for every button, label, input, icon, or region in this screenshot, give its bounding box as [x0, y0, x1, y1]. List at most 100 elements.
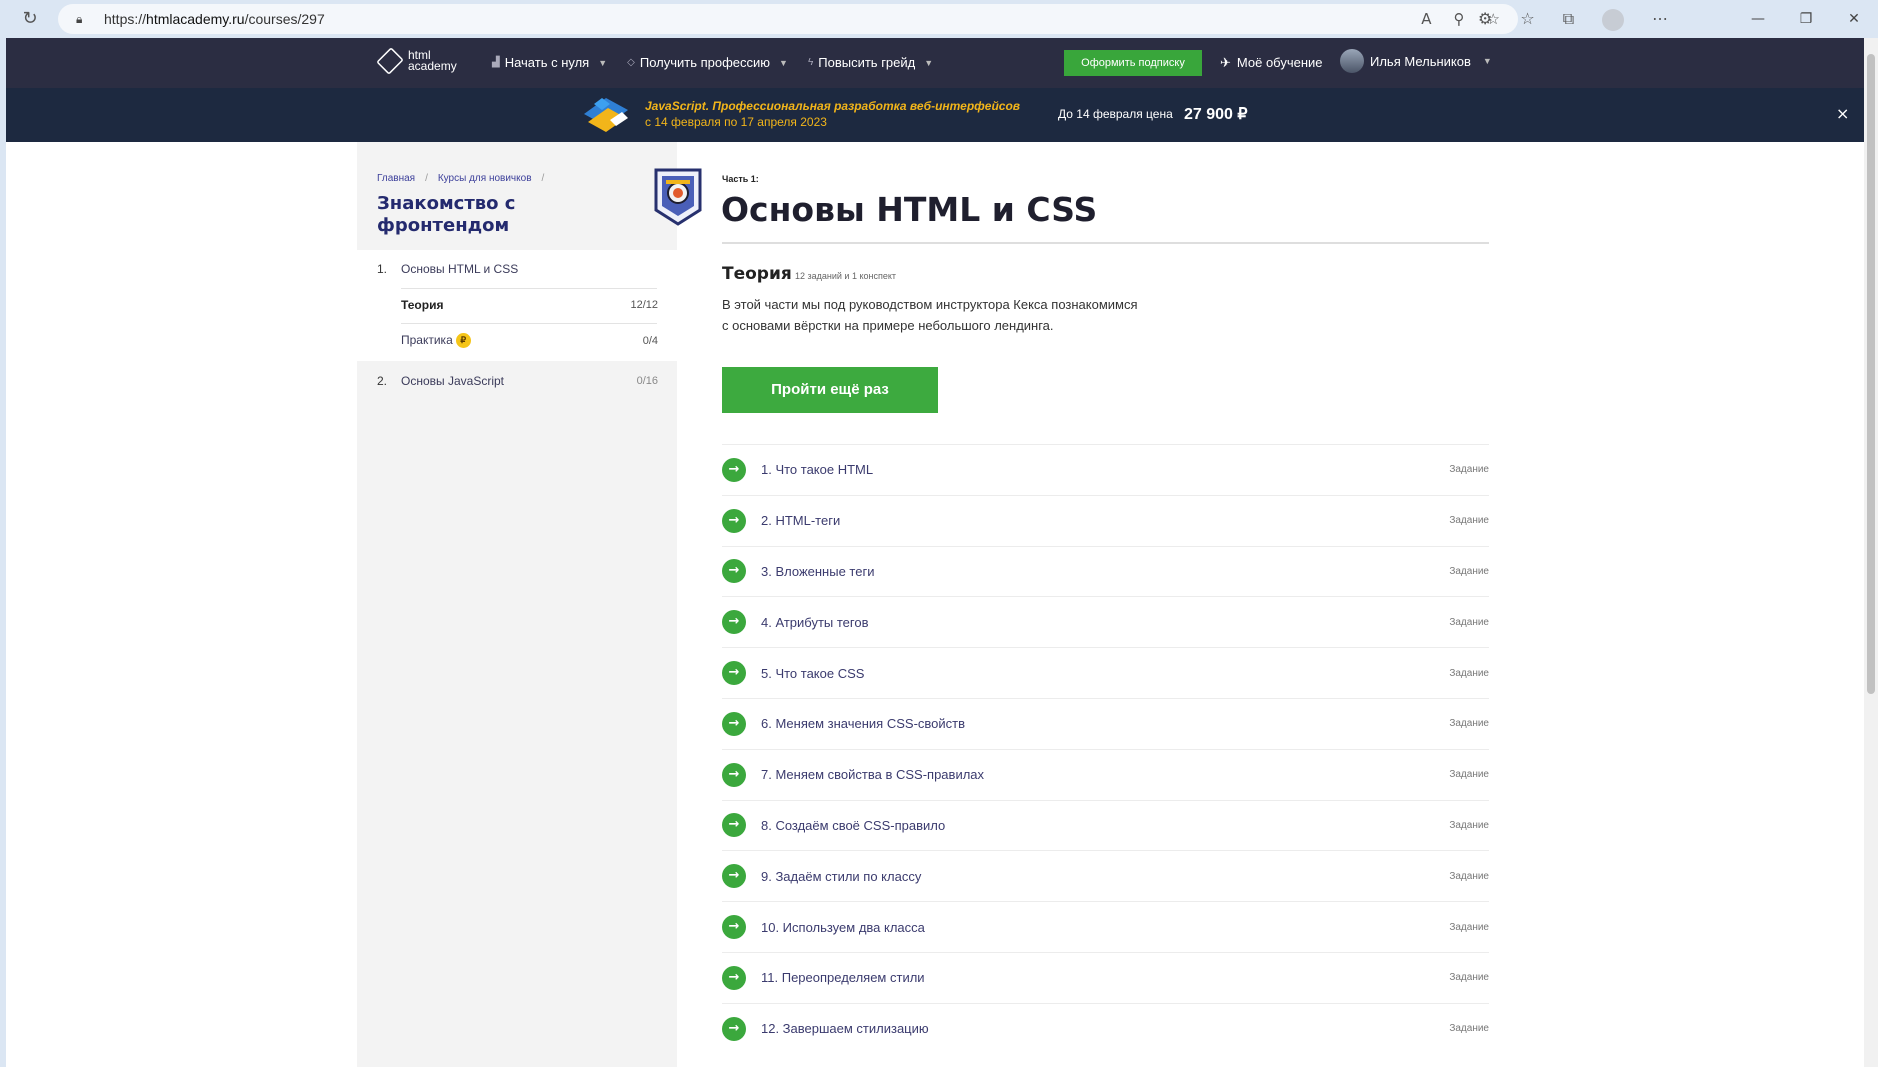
lesson-title[interactable]: 4. Атрибуты тегов: [761, 615, 869, 630]
nav-label: Повысить грейд: [818, 55, 916, 70]
sidebar-item-theory[interactable]: Теория: [401, 298, 443, 312]
list-item[interactable]: → 6. Меняем значения CSS-свойств Задание: [722, 697, 1489, 749]
list-item[interactable]: → 11. Переопределяем стили Задание: [722, 951, 1489, 1003]
more-icon[interactable]: ⋯: [1652, 9, 1668, 31]
sidebar-item-javascript[interactable]: Основы JavaScript: [401, 374, 504, 388]
section-heading: Теория: [722, 264, 792, 284]
list-item[interactable]: → 3. Вложенные теги Задание: [722, 545, 1489, 597]
list-item[interactable]: → 5. Что такое CSS Задание: [722, 647, 1489, 698]
lesson-title[interactable]: 2. HTML-теги: [761, 513, 840, 528]
site-header: html academy ▟ Начать с нуля ▼ ◇ Получит…: [6, 38, 1864, 88]
lesson-type: Задание: [1449, 921, 1489, 933]
arrow-right-icon: →: [722, 457, 746, 482]
promo-title: JavaScript. Профессиональная разработка …: [645, 99, 1021, 113]
diamond-icon: ◇: [627, 57, 635, 68]
chevron-down-icon: ▼: [1482, 56, 1492, 66]
list-item[interactable]: → 2. HTML-теги Задание: [722, 494, 1489, 546]
zoom-icon[interactable]: ⚲: [1454, 10, 1465, 28]
logo[interactable]: html academy: [376, 47, 457, 75]
lesson-title[interactable]: 9. Задаём стили по классу: [761, 869, 921, 884]
lesson-title[interactable]: 11. Переопределяем стили: [761, 970, 925, 985]
logo-icon: [376, 47, 404, 75]
section-meta: 12 заданий и 1 конспект: [795, 271, 897, 281]
arrow-right-icon: →: [722, 661, 746, 686]
close-window-icon[interactable]: ✕: [1830, 0, 1878, 38]
subscribe-button[interactable]: Оформить подписку: [1064, 50, 1202, 76]
lesson-title[interactable]: 5. Что такое CSS: [761, 666, 864, 681]
url-text[interactable]: https://htmlacademy.ru/courses/297: [104, 11, 325, 27]
avatar: [1340, 49, 1364, 73]
description-line: В этой части мы под руководством инструк…: [722, 297, 1138, 312]
sidebar-item-practice[interactable]: Практика ₽: [401, 333, 471, 349]
list-item[interactable]: → 8. Создаём своё CSS-правило Задание: [722, 799, 1489, 851]
restore-icon[interactable]: ❐: [1782, 0, 1830, 38]
my-learning-link[interactable]: ✈ Моё обучение: [1220, 55, 1323, 71]
nav-start-from-scratch[interactable]: ▟ Начать с нуля ▼: [492, 55, 607, 70]
my-learning-label: Моё обучение: [1236, 55, 1323, 70]
divider: [401, 288, 657, 289]
bar-chart-icon: ▟: [492, 57, 500, 68]
arrow-right-icon: →: [722, 762, 746, 787]
arrow-right-icon: →: [722, 1016, 746, 1041]
scrollbar-thumb[interactable]: [1867, 54, 1875, 694]
lesson-type: Задание: [1449, 616, 1489, 628]
theory-count: 12/12: [630, 299, 658, 311]
lesson-title[interactable]: 7. Меняем свойства в CSS-правилах: [761, 767, 984, 782]
sidebar-item-html-css[interactable]: Основы HTML и CSS: [401, 262, 518, 276]
chevron-down-icon: ▼: [924, 57, 934, 68]
section-description: В этой части мы под руководством инструк…: [722, 294, 1192, 336]
list-item[interactable]: → 4. Атрибуты тегов Задание: [722, 596, 1489, 647]
lesson-type: Задание: [1449, 819, 1489, 831]
reload-icon[interactable]: ↻: [20, 9, 40, 29]
lesson-type: Задание: [1449, 1023, 1489, 1035]
minimize-icon[interactable]: —: [1734, 0, 1782, 38]
favorites-icon[interactable]: ☆: [1520, 9, 1534, 31]
list-item[interactable]: → 9. Задаём стили по классу Задание: [722, 850, 1489, 901]
lesson-title[interactable]: 12. Завершаем стилизацию: [761, 1021, 929, 1036]
arrow-right-icon: →: [722, 508, 746, 533]
part-number: 2.: [377, 374, 388, 388]
nav-level-up[interactable]: ϟ Повысить грейд ▼: [808, 55, 933, 70]
read-aloud-icon[interactable]: A: [1421, 10, 1431, 28]
lesson-title[interactable]: 10. Используем два класса: [761, 920, 925, 935]
part-badge-icon: [654, 168, 702, 226]
arrow-right-icon: →: [722, 864, 746, 889]
lesson-title[interactable]: 3. Вложенные теги: [761, 564, 874, 579]
lesson-title[interactable]: 6. Меняем значения CSS-свойств: [761, 716, 965, 731]
scrollbar[interactable]: [1864, 38, 1878, 1067]
sidebar-item-label: Практика: [401, 333, 453, 347]
profile-icon[interactable]: [1602, 9, 1625, 31]
nav-label: Начать с нуля: [504, 55, 590, 70]
part-label: Часть 1:: [722, 174, 759, 184]
list-item[interactable]: → 1. Что такое HTML Задание: [722, 444, 1489, 495]
main-nav: ▟ Начать с нуля ▼ ◇ Получить профессию ▼…: [492, 55, 933, 70]
course-title: Знакомство с фронтендом: [377, 193, 516, 236]
divider: [722, 242, 1489, 244]
retry-button[interactable]: Пройти ещё раз: [722, 367, 938, 413]
javascript-count: 0/16: [636, 375, 658, 387]
promo-banner[interactable]: JavaScript. Профессиональная разработка …: [6, 88, 1864, 142]
address-bar[interactable]: 🔒︎ https://htmlacademy.ru/courses/297 A …: [58, 4, 1518, 34]
collections-icon[interactable]: ⧉: [1563, 9, 1574, 31]
close-icon[interactable]: ×: [1836, 104, 1849, 123]
lesson-title[interactable]: 1. Что такое HTML: [761, 462, 873, 477]
sidebar-background: [357, 361, 677, 1067]
arrow-right-icon: →: [722, 915, 746, 940]
nav-label: Получить профессию: [639, 55, 771, 70]
user-menu[interactable]: Илья Мельников ▼: [1340, 49, 1492, 73]
list-item[interactable]: → 10. Используем два класса Задание: [722, 901, 1489, 952]
breadcrumb-separator: /: [541, 173, 545, 184]
lesson-type: Задание: [1449, 870, 1489, 882]
lock-icon[interactable]: 🔒︎: [76, 12, 88, 26]
list-item[interactable]: → 7. Меняем свойства в CSS-правилах Задани…: [722, 748, 1489, 800]
lesson-type: Задание: [1449, 667, 1489, 679]
arrow-right-icon: →: [722, 965, 746, 990]
lesson-title[interactable]: 8. Создаём своё CSS-правило: [761, 818, 945, 833]
breadcrumb-beginner-courses[interactable]: Курсы для новичков: [438, 173, 532, 184]
extensions-icon[interactable]: ⚙: [1478, 9, 1492, 31]
lesson-type: Задание: [1449, 769, 1489, 781]
nav-get-profession[interactable]: ◇ Получить профессию ▼: [627, 55, 788, 70]
list-item[interactable]: → 12. Завершаем стилизацию Задание: [722, 1002, 1489, 1054]
description-line: с основами вёрстки на примере небольшого…: [722, 318, 1054, 333]
breadcrumb-home[interactable]: Главная: [377, 173, 415, 184]
